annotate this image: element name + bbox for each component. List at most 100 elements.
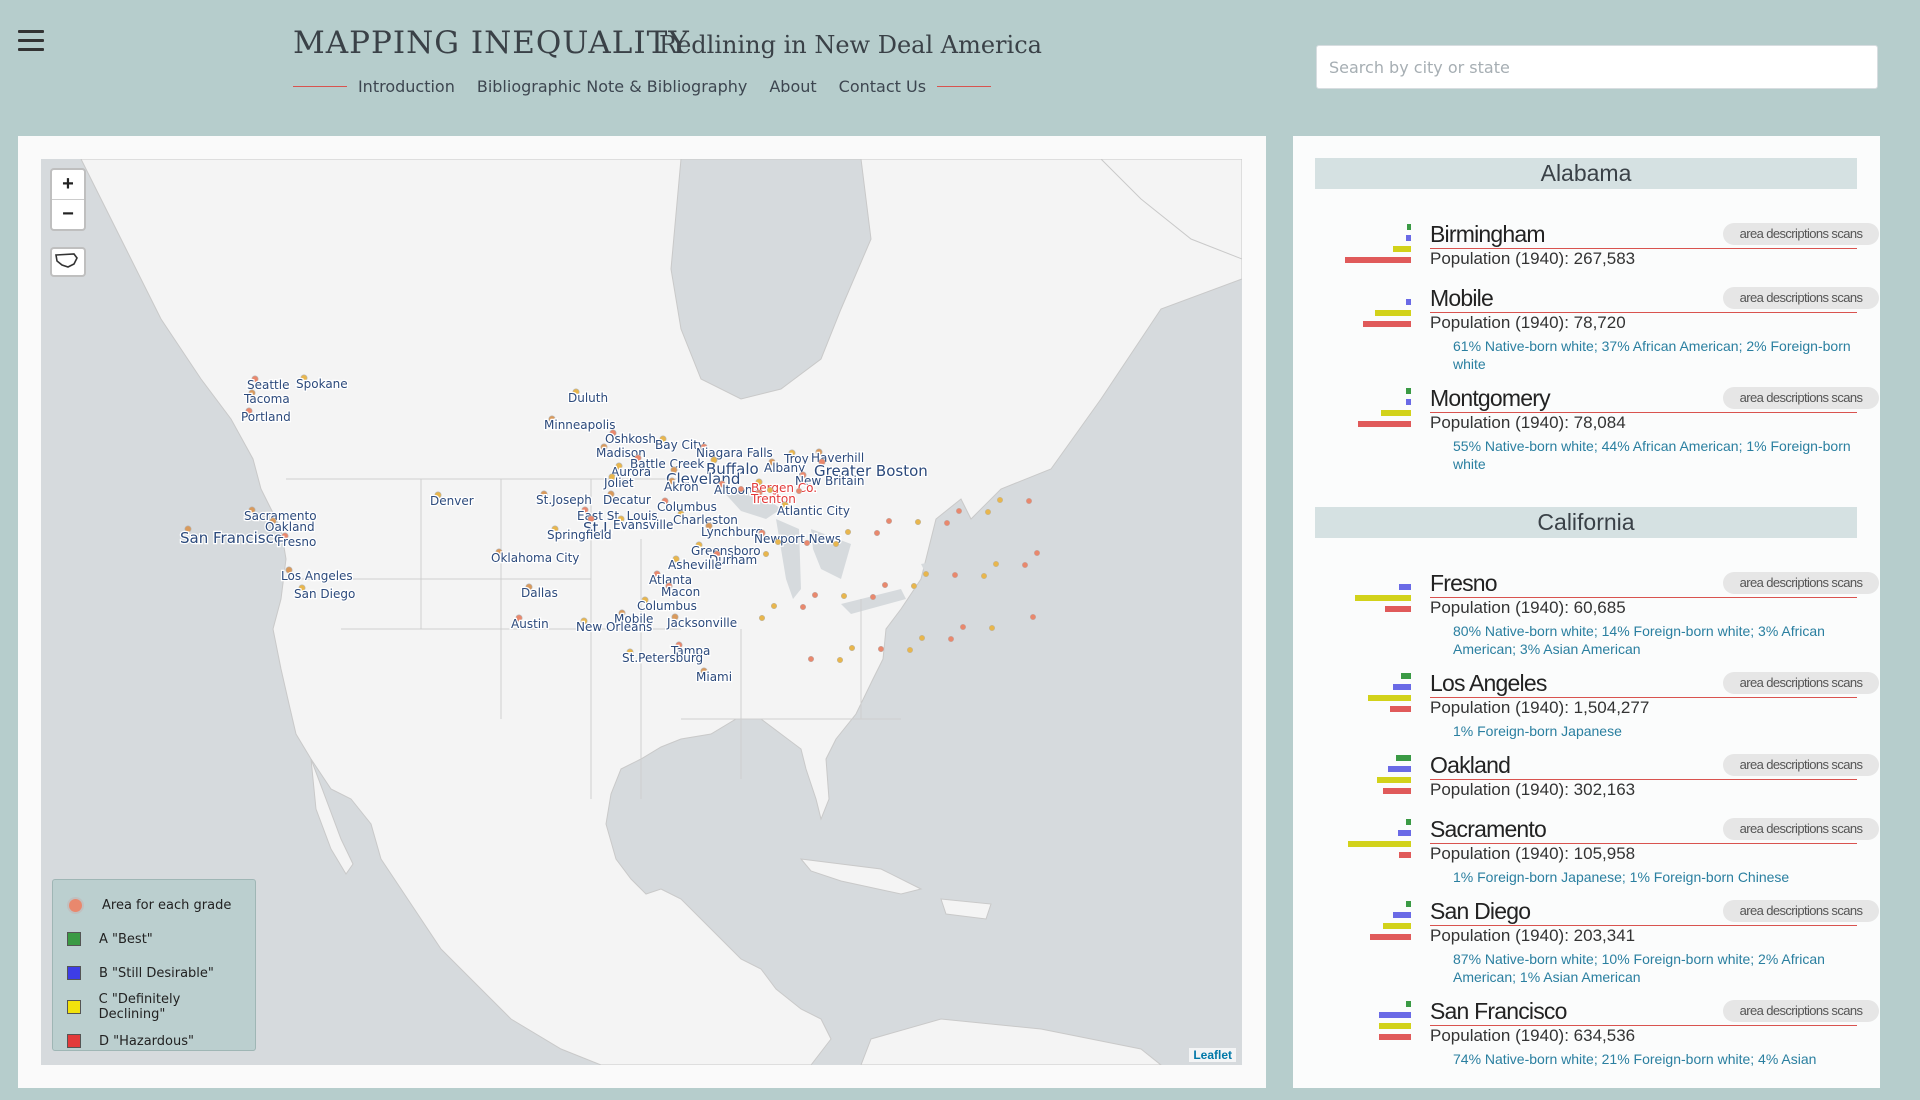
city-label[interactable]: St.Petersburg: [621, 650, 705, 667]
city-label[interactable]: San Francisco: [179, 528, 285, 549]
city-name[interactable]: Montgomery: [1430, 385, 1551, 412]
city-marker[interactable]: [1033, 549, 1041, 557]
us-map-icon[interactable]: [50, 247, 86, 277]
city-label[interactable]: Oklahoma City: [490, 550, 581, 567]
city-marker[interactable]: [869, 593, 877, 601]
city-label[interactable]: Albany: [763, 460, 807, 477]
city-label[interactable]: Newport News: [753, 531, 843, 548]
nav-contact[interactable]: Contact Us: [839, 77, 926, 96]
search-input[interactable]: [1316, 45, 1878, 89]
city-marker[interactable]: [758, 614, 766, 622]
city-marker[interactable]: [959, 623, 967, 631]
city-marker[interactable]: [947, 635, 955, 643]
city-marker[interactable]: [1029, 613, 1037, 621]
city-marker[interactable]: [943, 519, 951, 527]
city-label[interactable]: Los Angeles: [280, 568, 354, 585]
map-view[interactable]: Seattle Spokane Tacoma Portland Duluth Minnea…: [41, 159, 1242, 1065]
area-descriptions-scans-button[interactable]: area descriptions scans: [1723, 900, 1879, 922]
hamburger-menu-icon[interactable]: [18, 30, 44, 52]
city-name[interactable]: Birmingham: [1430, 221, 1546, 248]
city-marker[interactable]: [906, 646, 914, 654]
city-label[interactable]: Austin: [510, 616, 550, 633]
city-marker[interactable]: [803, 539, 811, 547]
city-marker[interactable]: [766, 486, 774, 494]
leaflet-attribution[interactable]: Leaflet: [1189, 1048, 1236, 1062]
city-name[interactable]: Fresno: [1430, 570, 1498, 597]
city-marker[interactable]: [836, 656, 844, 664]
area-descriptions-scans-button[interactable]: area descriptions scans: [1723, 672, 1879, 694]
city-marker[interactable]: [914, 518, 922, 526]
city-marker[interactable]: [737, 485, 745, 493]
city-marker[interactable]: [774, 538, 782, 546]
city-label[interactable]: Denver: [429, 493, 475, 510]
city-label[interactable]: Columbus: [656, 499, 718, 516]
city-marker[interactable]: [922, 570, 930, 578]
city-label[interactable]: New Orleans: [575, 619, 654, 636]
city-marker[interactable]: [762, 550, 770, 558]
city-label[interactable]: St.Joseph: [535, 492, 593, 509]
city-label[interactable]: Spokane: [295, 376, 349, 393]
city-marker[interactable]: [885, 517, 893, 525]
city-label[interactable]: San Diego: [293, 586, 357, 603]
city-marker[interactable]: [848, 644, 856, 652]
city-label[interactable]: Akron: [663, 479, 700, 496]
city-label[interactable]: Oshkosh: [604, 431, 658, 448]
city-label[interactable]: Niagara Falls: [695, 445, 774, 462]
city-label[interactable]: Evansville: [612, 517, 675, 534]
city-marker[interactable]: [770, 602, 778, 610]
city-marker[interactable]: [980, 572, 988, 580]
city-label[interactable]: Dallas: [520, 585, 559, 602]
nav-about[interactable]: About: [769, 77, 816, 96]
city-marker[interactable]: [811, 591, 819, 599]
city-marker[interactable]: [840, 592, 848, 600]
zoom-in-button[interactable]: +: [52, 170, 84, 199]
city-marker[interactable]: [1021, 561, 1029, 569]
area-descriptions-scans-button[interactable]: area descriptions scans: [1723, 818, 1879, 840]
city-label[interactable]: Joliet: [602, 475, 635, 492]
city-marker[interactable]: [807, 655, 815, 663]
city-marker[interactable]: [877, 645, 885, 653]
nav-bibliography[interactable]: Bibliographic Note & Bibliography: [477, 77, 748, 96]
city-name[interactable]: San Diego: [1430, 898, 1531, 925]
city-label[interactable]: Jacksonville: [665, 615, 739, 632]
city-marker[interactable]: [844, 528, 852, 536]
city-marker[interactable]: [996, 496, 1004, 504]
city-name[interactable]: San Francisco: [1430, 998, 1567, 1025]
city-marker[interactable]: [873, 529, 881, 537]
city-marker[interactable]: [795, 487, 803, 495]
city-marker[interactable]: [918, 634, 926, 642]
city-label[interactable]: Duluth: [567, 390, 610, 407]
area-descriptions-scans-button[interactable]: area descriptions scans: [1723, 387, 1879, 409]
city-name[interactable]: Mobile: [1430, 285, 1494, 312]
city-marker[interactable]: [951, 571, 959, 579]
city-marker[interactable]: [910, 582, 918, 590]
area-descriptions-scans-button[interactable]: area descriptions scans: [1723, 287, 1879, 309]
city-label[interactable]: Atlantic City: [776, 503, 851, 520]
city-marker[interactable]: [832, 540, 840, 548]
area-descriptions-scans-button[interactable]: area descriptions scans: [1723, 572, 1879, 594]
nav-introduction[interactable]: Introduction: [358, 77, 455, 96]
city-label[interactable]: Columbus: [636, 598, 698, 615]
city-marker[interactable]: [1025, 497, 1033, 505]
city-marker[interactable]: [988, 624, 996, 632]
city-name[interactable]: Sacramento: [1430, 816, 1547, 843]
area-descriptions-scans-button[interactable]: area descriptions scans: [1723, 1000, 1879, 1022]
city-marker[interactable]: [881, 581, 889, 589]
area-descriptions-scans-button[interactable]: area descriptions scans: [1723, 223, 1879, 245]
city-marker[interactable]: [955, 507, 963, 515]
city-label[interactable]: Tacoma: [242, 391, 291, 408]
city-name[interactable]: Los Angeles: [1430, 670, 1547, 697]
city-label[interactable]: Minneapolis: [543, 417, 617, 434]
city-name[interactable]: Oakland: [1430, 752, 1511, 779]
city-label[interactable]: Miami: [695, 669, 734, 686]
city-label[interactable]: Asheville: [667, 557, 723, 574]
zoom-out-button[interactable]: −: [52, 199, 84, 229]
city-label[interactable]: Springfield: [546, 527, 613, 544]
city-label[interactable]: Macon: [660, 584, 702, 601]
city-marker[interactable]: [992, 560, 1000, 568]
city-marker[interactable]: [984, 508, 992, 516]
area-descriptions-scans-button[interactable]: area descriptions scans: [1723, 754, 1879, 776]
city-label[interactable]: Portland: [240, 409, 292, 426]
city-label[interactable]: Fresno: [276, 534, 318, 551]
city-label[interactable]: Decatur: [602, 492, 652, 509]
